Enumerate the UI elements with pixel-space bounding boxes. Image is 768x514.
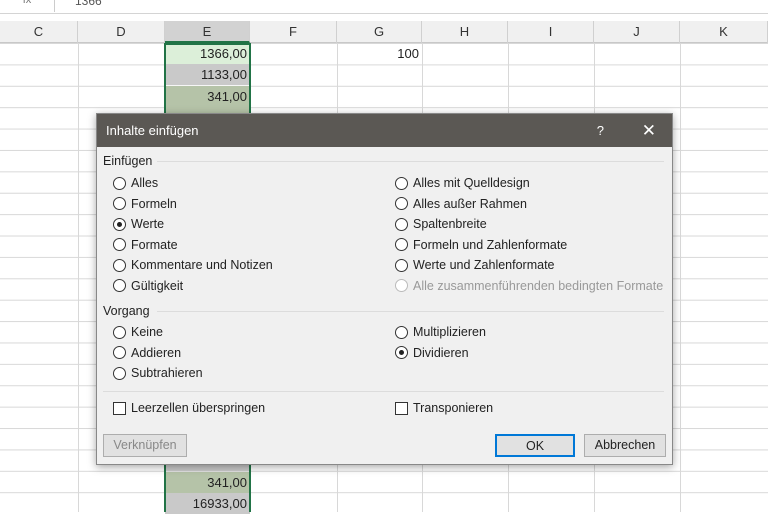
formula-input[interactable]: 1366: [75, 0, 102, 8]
paste-radio-2[interactable]: Werte: [113, 217, 164, 231]
radio-label: Kommentare und Notizen: [131, 258, 273, 272]
radio-label: Keine: [131, 325, 163, 339]
cancel-button[interactable]: Abbrechen: [584, 434, 666, 457]
paste-right-radio-4[interactable]: Werte und Zahlenformate: [395, 258, 555, 272]
column-header-k[interactable]: K: [680, 21, 768, 43]
radio-icon: [113, 238, 126, 251]
dialog-title-bar: Inhalte einfügen ? ✕: [97, 114, 672, 147]
radio-label: Subtrahieren: [131, 366, 203, 380]
paste-right-radio-5: Alle zusammenführenden bedingten Formate: [395, 279, 663, 293]
paste-radio-0[interactable]: Alles: [113, 176, 158, 190]
radio-icon: [113, 197, 126, 210]
radio-label: Werte: [131, 217, 165, 231]
radio-icon: [395, 346, 408, 359]
paste-radio-1[interactable]: Formeln: [113, 197, 177, 211]
paste-radio-5[interactable]: Gültigkeit: [113, 279, 183, 293]
radio-icon: [395, 258, 408, 272]
name-box[interactable]: fx: [0, 0, 55, 12]
paste-right-radio-1[interactable]: Alles außer Rahmen: [395, 197, 527, 211]
radio-icon: [395, 238, 408, 251]
radio-label: Werte und Zahlenformate: [413, 258, 555, 272]
paste-special-dialog: Inhalte einfügen ? ✕ Einfügen Vorgang Le…: [96, 113, 673, 465]
paste-right-radio-3[interactable]: Formeln und Zahlenformate: [395, 238, 567, 252]
radio-label: Formate: [131, 237, 178, 252]
radio-icon: [113, 176, 126, 190]
radio-icon: [113, 279, 126, 292]
radio-label: Gültigkeit: [131, 278, 184, 293]
operation-right-radio-0[interactable]: Multiplizieren: [395, 325, 486, 339]
column-header-e[interactable]: E: [165, 21, 250, 43]
column-header-f[interactable]: F: [250, 21, 337, 43]
radio-icon: [113, 217, 126, 231]
radio-label: Alle zusammenführenden bedingten Formate: [413, 278, 664, 293]
radio-icon: [113, 346, 126, 359]
operation-right-radio-1[interactable]: Dividieren: [395, 346, 469, 360]
operation-group-label: Vorgang: [103, 304, 150, 318]
radio-label: Alles mit Quelldesign: [413, 176, 530, 190]
radio-icon: [113, 366, 126, 380]
cell-g1[interactable]: 100: [337, 43, 422, 64]
column-header-d[interactable]: D: [78, 21, 165, 43]
radio-icon: [395, 176, 408, 190]
link-button[interactable]: Verknüpfen: [103, 434, 187, 457]
radio-label: Alles außer Rahmen: [413, 196, 527, 211]
paste-radio-3[interactable]: Formate: [113, 238, 178, 252]
radio-icon: [113, 258, 126, 272]
radio-icon: [395, 217, 408, 231]
radio-icon: [395, 197, 408, 210]
dialog-title: Inhalte einfügen: [106, 123, 199, 138]
column-header-h[interactable]: H: [422, 21, 508, 43]
column-header-row: C D E F G H I J K: [0, 21, 768, 43]
close-icon[interactable]: ✕: [642, 114, 656, 147]
radio-icon: [395, 279, 408, 292]
help-icon[interactable]: ?: [597, 114, 604, 147]
paste-right-radio-2[interactable]: Spaltenbreite: [395, 217, 487, 231]
radio-label: Formeln und Zahlenformate: [413, 237, 568, 252]
column-header-g[interactable]: G: [337, 21, 422, 43]
paste-right-radio-0[interactable]: Alles mit Quelldesign: [395, 176, 530, 190]
transpose-checkbox[interactable]: Transponieren: [395, 401, 493, 415]
radio-label: Addieren: [131, 345, 182, 360]
radio-icon: [395, 325, 408, 339]
operation-radio-0[interactable]: Keine: [113, 325, 163, 339]
radio-label: Spaltenbreite: [413, 217, 487, 231]
column-header-j[interactable]: J: [594, 21, 680, 43]
skip-blanks-checkbox[interactable]: Leerzellen überspringen: [113, 401, 265, 415]
radio-label: Alles: [131, 176, 159, 190]
radio-label: Formeln: [131, 196, 177, 211]
column-header-i[interactable]: I: [508, 21, 594, 43]
ok-button[interactable]: OK: [495, 434, 575, 457]
radio-icon: [113, 325, 126, 339]
paste-radio-4[interactable]: Kommentare und Notizen: [113, 258, 273, 272]
operation-radio-1[interactable]: Addieren: [113, 346, 181, 360]
paste-group-label: Einfügen: [103, 154, 153, 168]
radio-label: Multiplizieren: [413, 325, 486, 339]
operation-radio-2[interactable]: Subtrahieren: [113, 366, 203, 380]
radio-label: Dividieren: [413, 345, 469, 360]
formula-bar: fx 1366: [0, 0, 768, 14]
column-header-c[interactable]: C: [0, 21, 78, 43]
